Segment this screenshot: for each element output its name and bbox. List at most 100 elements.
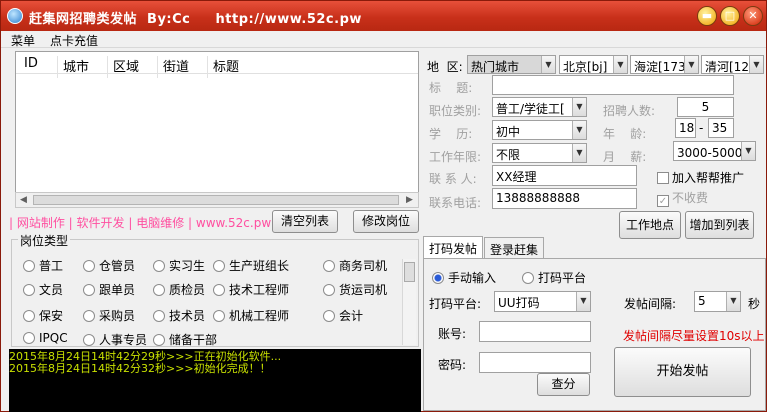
maximize-button[interactable]: □ [720, 6, 740, 26]
radio-icon[interactable] [153, 310, 165, 322]
close-button[interactable]: ✕ [743, 6, 763, 26]
radio-icon[interactable] [23, 284, 35, 296]
minimize-button[interactable]: ▬ [697, 6, 717, 26]
promote-checkbox[interactable]: 加入帮帮推广 [657, 169, 744, 186]
experience-select[interactable]: 不限 ▼ [492, 143, 587, 163]
job-type-radio[interactable]: 保安 [23, 307, 63, 324]
hire-count-input[interactable]: 5 [677, 97, 734, 117]
region-district-select[interactable]: 海淀[173 ▼ [630, 55, 699, 74]
job-type-radio[interactable]: 商务司机 [323, 257, 387, 274]
scroll-thumb[interactable] [33, 195, 399, 205]
menu-item-recharge[interactable]: 点卡充值 [50, 32, 98, 49]
column-header-id[interactable]: ID [24, 56, 38, 71]
job-type-radio[interactable]: 跟单员 [83, 281, 135, 298]
job-type-radio[interactable]: 采购员 [83, 307, 135, 324]
scroll-right-icon[interactable]: ▶ [406, 195, 413, 205]
job-type-radio[interactable]: 技术员 [153, 307, 205, 324]
post-list-table[interactable]: ID 城市 区域 街道 标题 [15, 51, 419, 206]
column-divider [207, 56, 208, 78]
add-to-list-button[interactable]: 增加到列表 [685, 211, 754, 239]
title-input[interactable] [492, 75, 734, 95]
region-hot-city-select[interactable]: 热门城市 ▼ [467, 55, 556, 74]
radio-icon[interactable] [213, 284, 225, 296]
radio-icon[interactable] [23, 260, 35, 272]
age-min-input[interactable]: 18 [675, 118, 696, 138]
hire-count-label: 招聘人数: [603, 104, 656, 118]
phone-input[interactable]: 13888888888 [492, 188, 637, 209]
contact-input[interactable]: XX经理 [492, 165, 637, 186]
captcha-platform-radio[interactable]: 打码平台 [522, 269, 586, 286]
job-type-radio[interactable]: 机械工程师 [213, 307, 289, 324]
job-type-radio[interactable]: 仓管员 [83, 257, 135, 274]
job-type-radio[interactable]: 技术工程师 [213, 281, 289, 298]
free-checkbox[interactable]: ✓ 不收费 [657, 189, 708, 207]
radio-icon[interactable] [323, 284, 335, 296]
tab-captcha-post[interactable]: 打码发帖 [423, 236, 484, 259]
radio-icon[interactable] [83, 260, 95, 272]
manual-input-radio[interactable]: 手动输入 [432, 269, 496, 286]
radio-icon[interactable] [153, 334, 165, 346]
edit-position-button[interactable]: 修改岗位 [353, 210, 419, 233]
radio-icon[interactable] [83, 284, 95, 296]
region-city-select[interactable]: 北京[bj] ▼ [559, 55, 628, 74]
job-type-radio[interactable]: 生产班组长 [213, 257, 289, 274]
age-max-input[interactable]: 35 [708, 118, 734, 138]
clear-list-button[interactable]: 清空列表 [272, 210, 338, 233]
chevron-down-icon: ▼ [741, 142, 755, 160]
checkmark-icon[interactable]: ✓ [657, 195, 669, 207]
job-type-radio[interactable]: 实习生 [153, 257, 205, 274]
job-type-radio[interactable]: IPQC [23, 331, 68, 345]
column-header-street[interactable]: 街道 [163, 56, 189, 75]
radio-icon[interactable] [23, 310, 35, 322]
job-type-radio[interactable]: 普工 [23, 257, 63, 274]
menu-item-main[interactable]: 菜单 [11, 32, 35, 49]
column-header-district[interactable]: 区域 [113, 56, 139, 75]
interval-select[interactable]: 5 ▼ [694, 291, 741, 312]
radio-icon[interactable] [522, 272, 534, 284]
start-posting-button[interactable]: 开始发帖 [614, 347, 751, 397]
job-type-radio[interactable]: 质检员 [153, 281, 205, 298]
title-bar[interactable]: 赶集网招聘类发帖 By:Cc http://www.52c.pw ▬ □ ✕ [1, 1, 766, 31]
radio-icon[interactable] [323, 260, 335, 272]
job-type-radio[interactable]: 货运司机 [323, 281, 387, 298]
category-select[interactable]: 普工/学徒工[▼ [492, 97, 587, 117]
category-label: 职位类别: [429, 104, 482, 118]
job-type-radio[interactable]: 会计 [323, 307, 363, 324]
radio-icon[interactable] [153, 284, 165, 296]
salary-select[interactable]: 3000-5000元 ▼ [673, 141, 756, 161]
radio-icon[interactable] [213, 310, 225, 322]
job-type-label: 机械工程师 [229, 309, 290, 323]
query-points-button[interactable]: 查分 [537, 373, 590, 396]
job-type-radio[interactable]: 文员 [23, 281, 63, 298]
job-type-radio[interactable]: 储备干部 [153, 331, 217, 348]
region-street-select[interactable]: 清河[12 ▼ [701, 55, 764, 74]
scroll-thumb[interactable] [404, 262, 415, 282]
tab-login-ganji[interactable]: 登录赶集 [484, 237, 545, 259]
platform-select[interactable]: UU打码 ▼ [494, 291, 591, 312]
job-type-radio[interactable]: 人事专员 [83, 331, 147, 348]
horizontal-scrollbar[interactable]: ◀ ▶ [15, 192, 419, 208]
scroll-left-icon[interactable]: ◀ [20, 195, 27, 205]
radio-icon[interactable] [23, 332, 35, 344]
title-label: 标 题: [429, 81, 473, 95]
job-type-label: 采购员 [99, 309, 136, 323]
chevron-down-icon: ▼ [572, 98, 586, 116]
column-header-city[interactable]: 城市 [63, 56, 89, 75]
checkbox-icon[interactable] [657, 172, 669, 184]
job-type-scrollbar[interactable] [402, 259, 416, 345]
job-type-label: 储备干部 [169, 333, 218, 347]
main-window: 赶集网招聘类发帖 By:Cc http://www.52c.pw ▬ □ ✕ 菜… [0, 0, 767, 412]
account-input[interactable] [479, 321, 591, 342]
radio-icon[interactable] [213, 260, 225, 272]
password-input[interactable] [479, 352, 591, 373]
column-header-title[interactable]: 标题 [213, 56, 239, 75]
app-icon [7, 8, 23, 24]
radio-icon[interactable] [83, 310, 95, 322]
work-location-button[interactable]: 工作地点 [619, 211, 681, 239]
radio-icon[interactable] [153, 260, 165, 272]
radio-selected-icon[interactable] [432, 272, 444, 284]
radio-icon[interactable] [83, 334, 95, 346]
radio-icon[interactable] [323, 310, 335, 322]
education-select[interactable]: 初中 ▼ [492, 120, 587, 140]
promo-links[interactable]: | 网站制作 | 软件开发 | 电脑维修 | www.52c.pw | [9, 214, 279, 231]
